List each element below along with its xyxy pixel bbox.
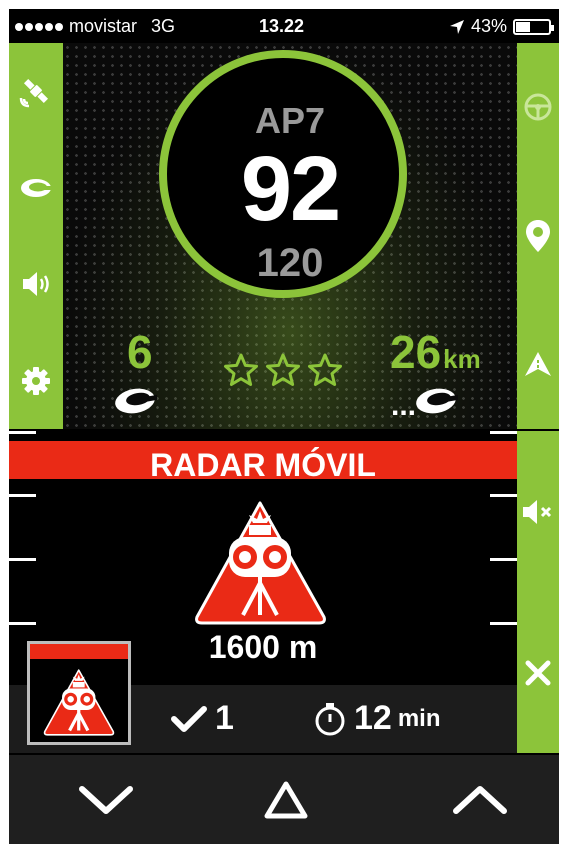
distance-unit: km <box>443 344 481 374</box>
time-value: 12 <box>354 699 392 737</box>
battery-icon <box>513 18 554 35</box>
clock: 13.22 <box>259 16 305 36</box>
steering-wheel-icon[interactable] <box>518 87 558 127</box>
mobile-radar-icon <box>195 501 326 625</box>
speed-panel: AP7 92 120 6 26km ... <box>63 43 517 429</box>
checkmark-icon <box>171 705 207 732</box>
time-unit: min <box>397 704 441 732</box>
community-nearby-icon: ... <box>391 386 459 421</box>
bottom-nav <box>9 755 559 844</box>
location-arrow-icon <box>449 19 464 34</box>
distance-readout: 26km <box>390 325 481 379</box>
road-marker <box>490 494 517 497</box>
network-type: 3G <box>151 16 176 36</box>
road-marker <box>9 558 36 561</box>
volume-icon[interactable] <box>16 264 56 304</box>
close-icon[interactable] <box>518 653 558 693</box>
location-pin-icon[interactable] <box>518 216 558 256</box>
elapsed-time: 12 min <box>314 699 441 738</box>
left-sidebar <box>9 43 63 429</box>
road-marker <box>490 431 517 434</box>
confirmation-count: 1 <box>215 699 234 737</box>
confirmations: 1 <box>171 699 234 738</box>
status-bar: movistar 3G 13.22 43% <box>9 9 559 43</box>
current-speed: 92 <box>240 138 341 240</box>
navigation-arrow-icon[interactable] <box>518 345 558 385</box>
alert-thumbnail[interactable] <box>27 641 131 745</box>
signal-strength-icon <box>15 22 63 31</box>
road-marker <box>9 431 36 434</box>
star-icon <box>266 353 300 386</box>
stopwatch-icon <box>315 702 345 735</box>
distance-value: 26 <box>390 326 442 378</box>
alert-title: RADAR MÓVIL <box>150 447 376 483</box>
right-sidebar-top <box>517 43 559 429</box>
chevron-up-icon[interactable] <box>445 775 515 825</box>
road-marker <box>9 494 36 497</box>
community-c-icon <box>113 386 160 421</box>
road-marker <box>490 558 517 561</box>
star-icon <box>308 353 342 386</box>
carrier-name: movistar <box>69 16 138 36</box>
rating-stars <box>223 352 343 388</box>
road-marker <box>9 622 36 625</box>
satellite-icon[interactable] <box>16 71 56 111</box>
speed-limit: 120 <box>256 241 324 285</box>
road-name: AP7 <box>254 100 326 141</box>
triangle-icon[interactable] <box>251 775 321 825</box>
settings-gear-icon[interactable] <box>16 361 56 401</box>
mute-icon[interactable] <box>518 492 558 532</box>
users-count: 6 <box>127 326 153 378</box>
road-marker <box>490 622 517 625</box>
app-screen: movistar 3G 13.22 43% AP7 92 120 6 26km … <box>9 9 559 844</box>
right-sidebar-bottom <box>517 431 559 753</box>
star-icon <box>224 353 258 386</box>
chevron-down-icon[interactable] <box>71 775 141 825</box>
mobile-radar-icon <box>43 669 115 736</box>
battery-percent: 43% <box>470 16 507 36</box>
community-c-icon[interactable] <box>16 168 56 208</box>
